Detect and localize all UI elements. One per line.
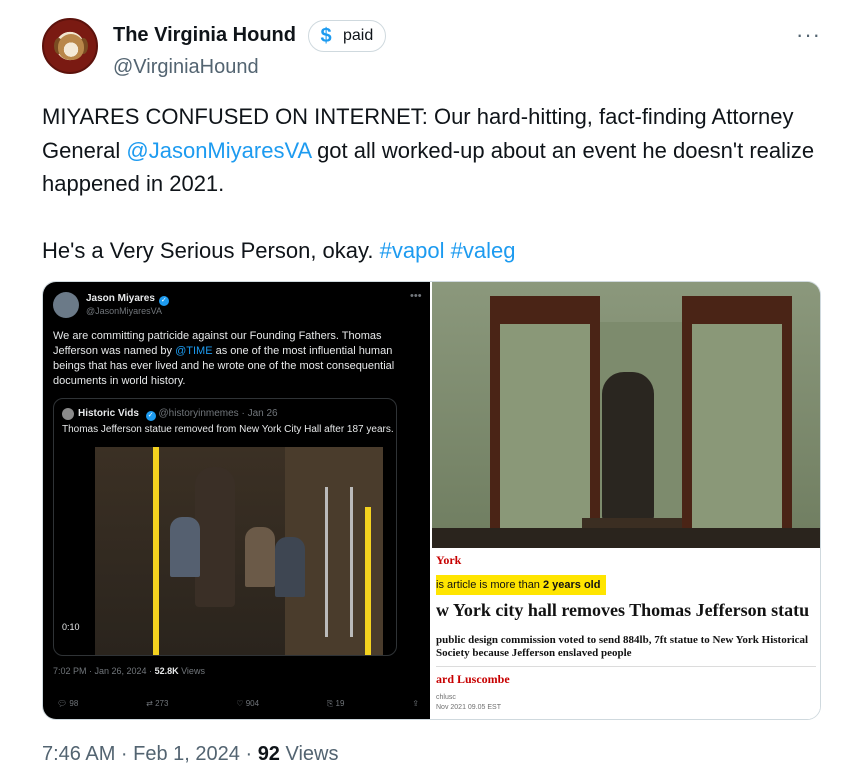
hashtag-link[interactable]: #vapol	[380, 238, 445, 263]
window-frame-right	[682, 296, 792, 548]
quoted-text: Thomas Jefferson statue removed from New…	[62, 424, 394, 435]
photo-bottom	[432, 528, 820, 548]
video-duration: 0:10	[62, 622, 80, 632]
repost-count: 273	[155, 699, 169, 708]
reply-action: 💬︎ 98	[57, 699, 78, 709]
quoted-header: Historic Vids ✓ @historyinmemes · Jan 26	[78, 408, 278, 421]
reply-count: 98	[69, 699, 79, 708]
author-handle[interactable]: @VirginiaHound	[113, 56, 259, 79]
reply-icon: 💬︎	[57, 699, 68, 708]
embedded-date-text: 7:02 PM · Jan 26, 2024 ·	[53, 666, 155, 676]
repost-icon: ⇄	[146, 699, 153, 708]
news-standfirst: public design commission voted to send 8…	[436, 634, 809, 659]
bookmark-action: ⎘ 19	[327, 699, 345, 709]
verified-icon: ✓	[158, 296, 169, 306]
embedded-actions: 💬︎ 98 ⇄ 273 ♡ 904 ⎘ 19 ⇪	[57, 699, 419, 709]
byline-meta-line: Nov 2021 09.05 EST	[436, 704, 501, 711]
views-label: Views	[279, 743, 339, 765]
statue-photo	[432, 282, 820, 548]
yellow-pole	[153, 447, 159, 655]
worker-shape	[275, 537, 305, 597]
bookmark-icon: ⎘	[326, 699, 334, 708]
article-age-notice: is article is more than 2 years old	[436, 575, 607, 595]
notice-bold: 2 years old	[542, 579, 601, 591]
quoted-avatar	[62, 408, 74, 420]
embedded-avatar	[53, 292, 79, 318]
notice-text: is article is more than	[436, 579, 543, 591]
ladder-shape	[325, 487, 353, 637]
embedded-tweet-image[interactable]: Jason Miyares ✓ @JasonMiyaresVA ••• We ar…	[43, 282, 430, 719]
embedded-views-label: Views	[178, 666, 205, 676]
tweet-paragraph-2: He's a Very Serious Person, okay. #vapol…	[42, 234, 832, 268]
timestamp-text[interactable]: 7:46 AM · Feb 1, 2024 ·	[42, 743, 258, 765]
worker-shape	[245, 527, 275, 587]
embedded-mention: @TIME	[175, 345, 213, 357]
repost-action: ⇄ 273	[146, 699, 168, 709]
quoted-author-name: Historic Vids	[78, 408, 139, 419]
like-action: ♡ 904	[236, 699, 259, 709]
views-count: 92	[257, 743, 280, 765]
yellow-pole	[365, 507, 371, 655]
jefferson-statue-shape	[602, 372, 654, 522]
heart-icon: ♡	[236, 699, 244, 708]
worker-shape	[170, 517, 200, 577]
quoted-video-thumbnail	[95, 447, 383, 655]
statue-shape	[195, 467, 235, 607]
quoted-meta: @historyinmemes · Jan 26	[158, 408, 278, 419]
verified-icon: ✓	[145, 411, 156, 421]
embedded-author-handle: @JasonMiyaresVA	[86, 306, 162, 316]
mention-link[interactable]: @JasonMiyaresVA	[126, 138, 311, 163]
news-article-excerpt: York is article is more than 2 years old…	[432, 548, 820, 719]
window-frame-left	[490, 296, 600, 548]
hashtag-link[interactable]: #valeg	[451, 238, 516, 263]
share-icon: ⇪	[412, 699, 419, 708]
tweet-paragraph-1: MIYARES CONFUSED ON INTERNET: Our hard-h…	[42, 100, 832, 201]
news-headline: w York city hall removes Thomas Jefferso…	[436, 600, 810, 620]
paid-badge-label: paid	[343, 27, 374, 44]
tweet-timestamp[interactable]: 7:46 AM · Feb 1, 2024 · 92 Views	[42, 743, 338, 766]
byline-meta-line: chlusc	[436, 694, 456, 701]
more-options-icon[interactable]: ···	[796, 22, 821, 48]
news-byline: ard Luscombe	[436, 672, 510, 686]
embedded-tweet-text: We are committing patricide against our …	[53, 329, 423, 389]
news-kicker: York	[436, 553, 462, 567]
news-screenshot-image[interactable]: York is article is more than 2 years old…	[432, 282, 820, 719]
author-name[interactable]: The Virginia Hound	[113, 24, 296, 47]
hound-logo-icon	[58, 34, 84, 60]
news-divider	[436, 666, 816, 667]
news-byline-meta: chlusc Nov 2021 09.05 EST	[436, 693, 501, 713]
embedded-date: 7:02 PM · Jan 26, 2024 · 52.8K Views	[53, 666, 205, 676]
embedded-views-count: 52.8K	[154, 666, 179, 676]
quoted-tweet: Historic Vids ✓ @historyinmemes · Jan 26…	[53, 398, 397, 656]
tweet-text: MIYARES CONFUSED ON INTERNET: Our hard-h…	[42, 100, 832, 267]
embedded-author-name: Jason Miyares ✓	[86, 293, 169, 306]
tweet-text-part: He's a Very Serious Person, okay.	[42, 237, 380, 263]
embedded-more-icon: •••	[410, 290, 422, 302]
dollar-icon: $	[315, 25, 337, 47]
paid-badge[interactable]: $ paid	[308, 20, 387, 52]
bookmark-count: 19	[335, 699, 345, 708]
like-count: 904	[245, 699, 260, 708]
embedded-author-name-text: Jason Miyares	[86, 293, 155, 304]
media-gallery[interactable]: Jason Miyares ✓ @JasonMiyaresVA ••• We ar…	[42, 281, 821, 720]
author-avatar[interactable]	[42, 18, 98, 74]
